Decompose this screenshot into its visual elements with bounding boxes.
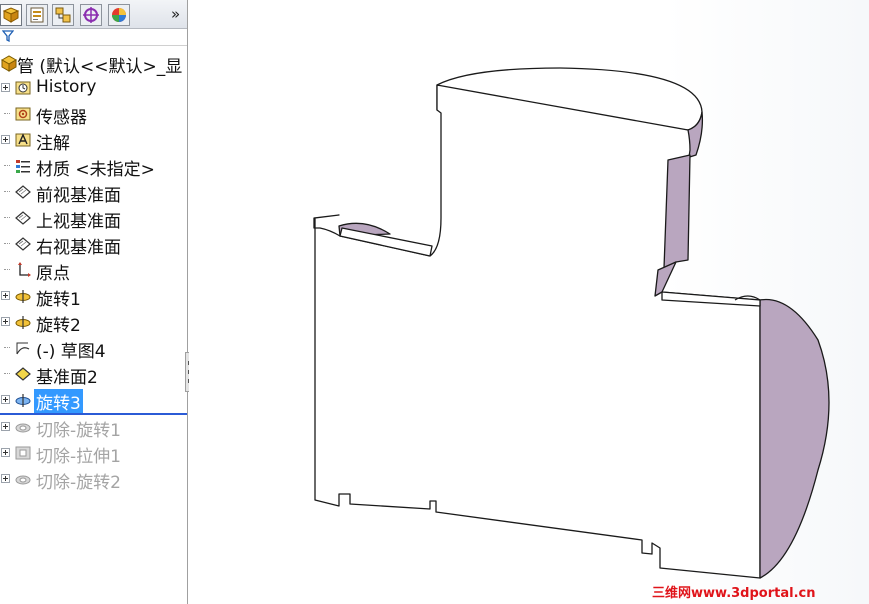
tree-item-label: 切除-旋转2 xyxy=(36,473,121,493)
cut-extrude-icon xyxy=(15,446,31,460)
tree-item-label: History xyxy=(36,77,97,97)
tree-item-label: 旋转2 xyxy=(36,316,81,336)
tree-item-label: (-) 草图4 xyxy=(36,342,106,362)
expand-toggle[interactable] xyxy=(1,83,10,92)
tree-item-revolve1[interactable]: 旋转1 xyxy=(0,283,187,310)
plane-icon xyxy=(15,237,31,251)
feature-tree-icon xyxy=(2,7,20,23)
right-cut-face xyxy=(759,298,830,579)
tree-item-label: 旋转3 xyxy=(34,389,83,414)
expand-toggle[interactable] xyxy=(1,395,10,404)
feature-manager-panel: » 管 (默认<<默认>_显 History 传感器 注解 材质 <未指定> 前… xyxy=(0,0,188,604)
featuremanager-tab[interactable] xyxy=(0,4,22,26)
plane-icon xyxy=(15,367,31,381)
revolve-icon xyxy=(15,394,31,407)
tree-item-top-plane[interactable]: 上视基准面 xyxy=(0,205,187,232)
tree-connector xyxy=(4,217,10,218)
feature-filter-bar[interactable] xyxy=(0,29,187,46)
tree-item-label: 切除-旋转1 xyxy=(36,421,121,441)
tree-item-label: 注解 xyxy=(36,134,70,154)
tree-item-label: 材质 <未指定> xyxy=(36,160,155,180)
propertymanager-tab[interactable] xyxy=(26,4,48,26)
dimxpert-icon xyxy=(83,7,99,23)
tree-item-label: 原点 xyxy=(36,264,70,284)
sensor-icon xyxy=(15,107,31,121)
tree-connector xyxy=(4,269,10,270)
display-manager-tab[interactable] xyxy=(108,4,130,26)
tree-item-cut-revolve1[interactable]: 切除-旋转1 xyxy=(0,414,187,441)
tree-item-history[interactable]: History xyxy=(0,75,187,101)
tree-connector xyxy=(4,347,10,348)
tree-item-front-plane[interactable]: 前视基准面 xyxy=(0,179,187,206)
filter-icon xyxy=(2,30,14,42)
tree-item-label: 传感器 xyxy=(36,108,87,128)
watermark-text: 三维网www.3dportal.cn xyxy=(652,586,816,601)
tree-connector xyxy=(4,191,10,192)
tree-connector xyxy=(4,165,10,166)
tree-item-label: 前视基准面 xyxy=(36,186,121,206)
tree-item-sensors[interactable]: 传感器 xyxy=(0,101,187,128)
tree-root-label: 管 (默认<<默认>_显 xyxy=(17,57,183,77)
expand-toggle[interactable] xyxy=(1,474,10,483)
tree-item-cut-revolve2[interactable]: 切除-旋转2 xyxy=(0,466,187,493)
tree-item-label: 旋转1 xyxy=(36,290,81,310)
tree-item-right-plane[interactable]: 右视基准面 xyxy=(0,231,187,258)
tree-item-plane2[interactable]: 基准面2 xyxy=(0,361,187,388)
tree-item-origin[interactable]: 原点 xyxy=(0,257,187,284)
part-icon xyxy=(0,55,18,72)
expand-toggle[interactable] xyxy=(1,422,10,431)
tree-item-cut-extrude1[interactable]: 切除-拉伸1 xyxy=(0,440,187,467)
tree-item-revolve3[interactable]: 旋转3 xyxy=(0,387,187,414)
tree-item-label: 右视基准面 xyxy=(36,238,121,258)
tree-item-label: 上视基准面 xyxy=(36,212,121,232)
cut-revolve-icon xyxy=(15,423,31,433)
tree-item-label: 基准面2 xyxy=(36,368,98,388)
tree-item-label: 切除-拉伸1 xyxy=(36,447,121,467)
annotation-icon xyxy=(15,133,31,147)
tree-connector xyxy=(4,373,10,374)
part-model-3d[interactable] xyxy=(189,0,869,604)
material-icon xyxy=(16,160,30,173)
property-manager-icon xyxy=(30,7,44,23)
bore-cut-face-vertical xyxy=(663,154,691,269)
display-manager-icon xyxy=(112,8,126,22)
expand-toggle[interactable] xyxy=(1,135,10,144)
expand-toggle[interactable] xyxy=(1,317,10,326)
tree-connector xyxy=(4,113,10,114)
revolve-icon xyxy=(15,290,31,303)
cut-revolve-icon xyxy=(15,475,31,485)
tree-item-annotations[interactable]: 注解 xyxy=(0,127,187,154)
history-icon xyxy=(15,81,31,95)
tree-item-material[interactable]: 材质 <未指定> xyxy=(0,153,187,180)
panel-tab-bar: » xyxy=(0,0,187,29)
tree-root-part[interactable]: 管 (默认<<默认>_显 xyxy=(0,50,187,77)
graphics-viewport[interactable] xyxy=(189,0,869,604)
plane-icon xyxy=(15,185,31,199)
tree-connector xyxy=(4,243,10,244)
expand-toggle[interactable] xyxy=(1,448,10,457)
origin-icon xyxy=(18,262,31,277)
dimxpert-tab[interactable] xyxy=(80,4,102,26)
panel-overflow-button[interactable]: » xyxy=(171,5,180,23)
body-outline xyxy=(313,84,761,579)
sketch-icon xyxy=(16,342,30,355)
plane-icon xyxy=(15,211,31,225)
tree-item-sketch4[interactable]: (-) 草图4 xyxy=(0,335,187,362)
configuration-icon xyxy=(55,7,71,23)
configurationmanager-tab[interactable] xyxy=(52,4,74,26)
revolve-icon xyxy=(15,316,31,329)
tree-item-revolve2[interactable]: 旋转2 xyxy=(0,309,187,336)
expand-toggle[interactable] xyxy=(1,291,10,300)
